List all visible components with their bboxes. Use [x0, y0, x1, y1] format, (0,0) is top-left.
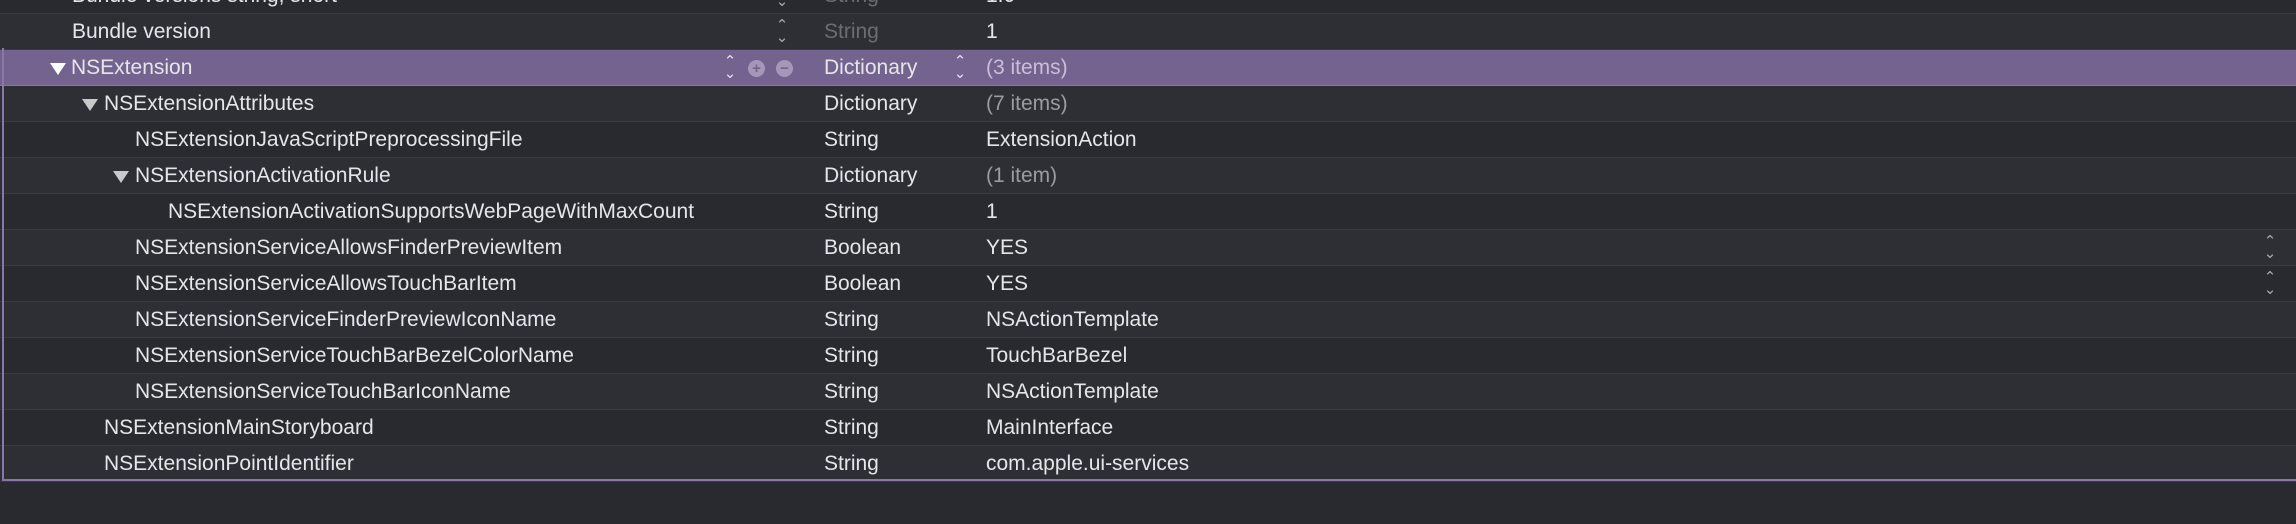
- row-type[interactable]: String: [824, 410, 879, 446]
- row-value[interactable]: YES: [986, 266, 1028, 302]
- row-value[interactable]: 1: [986, 194, 998, 230]
- row-value[interactable]: NSActionTemplate: [986, 374, 1159, 410]
- plist-row-supports-webpage-max-count[interactable]: NSExtensionActivationSupportsWebPageWith…: [0, 194, 2296, 230]
- row-type[interactable]: String: [824, 14, 879, 50]
- key-stepper-icon[interactable]: ⌃⌄: [722, 54, 738, 81]
- plist-row-finder-preview-icon-name[interactable]: NSExtensionServiceFinderPreviewIconName …: [0, 302, 2296, 338]
- plist-row-nsextensionattributes[interactable]: NSExtensionAttributes Dictionary (7 item…: [0, 86, 2296, 122]
- disclosure-triangle-icon[interactable]: [50, 63, 66, 75]
- row-key[interactable]: NSExtensionServiceFinderPreviewIconName: [135, 302, 556, 338]
- plist-row-nsextension[interactable]: NSExtension ⌃ ⌄ + − Dictionary ⌃ ⌄ (3 item…: [0, 50, 2296, 86]
- row-value[interactable]: (3 items): [986, 50, 1068, 86]
- row-key[interactable]: NSExtensionActivationRule: [135, 158, 391, 194]
- type-stepper-icon[interactable]: ⌃ ⌄: [952, 54, 968, 81]
- value-stepper-icon[interactable]: ⌃ ⌄: [2262, 270, 2278, 297]
- row-key[interactable]: NSExtensionAttributes: [104, 86, 314, 122]
- row-key[interactable]: NSExtensionServiceTouchBarIconName: [135, 374, 511, 410]
- row-key[interactable]: NSExtensionPointIdentifier: [104, 446, 354, 482]
- plist-row-bundle-short-version[interactable]: Bundle versions string, short ⌃⌄ String …: [0, 0, 2296, 14]
- row-key[interactable]: NSExtensionActivationSupportsWebPageWith…: [168, 194, 694, 230]
- row-type[interactable]: Dictionary: [824, 158, 917, 194]
- add-circle-icon[interactable]: +: [748, 60, 765, 77]
- plist-row-touchbar-icon-name[interactable]: NSExtensionServiceTouchBarIconName Strin…: [0, 374, 2296, 410]
- plist-row-allows-touchbar-item[interactable]: NSExtensionServiceAllowsTouchBarItem Boo…: [0, 266, 2296, 302]
- row-type[interactable]: Dictionary: [824, 50, 917, 86]
- row-key[interactable]: Bundle versions string, short: [72, 0, 337, 14]
- row-value[interactable]: 1.0: [986, 0, 1015, 14]
- row-value[interactable]: NSActionTemplate: [986, 302, 1159, 338]
- row-type[interactable]: Boolean: [824, 266, 901, 302]
- row-type[interactable]: Dictionary: [824, 86, 917, 122]
- row-type[interactable]: Boolean: [824, 230, 901, 266]
- row-key[interactable]: NSExtensionServiceTouchBarBezelColorName: [135, 338, 574, 374]
- key-stepper-icon[interactable]: ⌃⌄: [774, 18, 790, 45]
- plist-row-point-identifier[interactable]: NSExtensionPointIdentifier String com.ap…: [0, 446, 2296, 482]
- row-key[interactable]: NSExtensionMainStoryboard: [104, 410, 374, 446]
- row-key[interactable]: NSExtensionServiceAllowsFinderPreviewIte…: [135, 230, 562, 266]
- plist-row-javascript-preprocessing-file[interactable]: NSExtensionJavaScriptPreprocessingFile S…: [0, 122, 2296, 158]
- plist-row-touchbar-bezel-color-name[interactable]: NSExtensionServiceTouchBarBezelColorName…: [0, 338, 2296, 374]
- row-key[interactable]: NSExtension: [71, 50, 192, 86]
- row-type[interactable]: String: [824, 0, 879, 14]
- row-value[interactable]: ExtensionAction: [986, 122, 1137, 158]
- row-key[interactable]: Bundle version: [72, 14, 211, 50]
- plist-row-main-storyboard[interactable]: NSExtensionMainStoryboard String MainInt…: [0, 410, 2296, 446]
- row-value[interactable]: TouchBarBezel: [986, 338, 1127, 374]
- row-type[interactable]: String: [824, 122, 879, 158]
- row-key[interactable]: NSExtensionJavaScriptPreprocessingFile: [135, 122, 523, 158]
- row-value[interactable]: (1 item): [986, 158, 1057, 194]
- row-type[interactable]: String: [824, 302, 879, 338]
- disclosure-triangle-icon[interactable]: [82, 99, 98, 111]
- row-value[interactable]: MainInterface: [986, 410, 1113, 446]
- row-key[interactable]: NSExtensionServiceAllowsTouchBarItem: [135, 266, 517, 302]
- key-stepper-icon[interactable]: ⌃⌄: [774, 0, 790, 9]
- row-type[interactable]: String: [824, 338, 879, 374]
- plist-row-bundle-version[interactable]: Bundle version ⌃ ⌄ String 1: [0, 14, 2296, 50]
- row-value[interactable]: 1: [986, 14, 998, 50]
- row-type[interactable]: String: [824, 374, 879, 410]
- value-stepper-icon[interactable]: ⌃ ⌄: [2262, 234, 2278, 261]
- row-type[interactable]: String: [824, 194, 879, 230]
- row-value[interactable]: (7 items): [986, 86, 1068, 122]
- row-value[interactable]: YES: [986, 230, 1028, 266]
- plist-row-activation-rule[interactable]: NSExtensionActivationRule Dictionary (1 …: [0, 158, 2296, 194]
- row-value[interactable]: com.apple.ui-services: [986, 446, 1189, 482]
- remove-circle-icon[interactable]: −: [776, 60, 793, 77]
- row-type[interactable]: String: [824, 446, 879, 482]
- disclosure-triangle-icon[interactable]: [113, 171, 129, 183]
- plist-row-allows-finder-preview-item[interactable]: NSExtensionServiceAllowsFinderPreviewIte…: [0, 230, 2296, 266]
